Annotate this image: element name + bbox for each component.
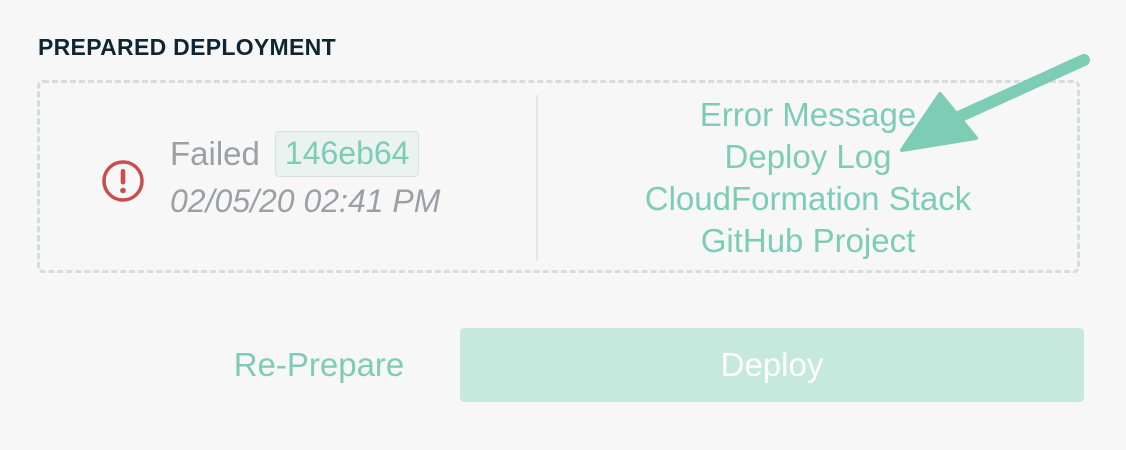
deployment-card: Failed 146eb64 02/05/20 02:41 PM Error M… (37, 80, 1080, 273)
error-message-link[interactable]: Error Message (700, 94, 916, 136)
deployment-timestamp: 02/05/20 02:41 PM (170, 183, 441, 219)
commit-hash-badge[interactable]: 146eb64 (274, 131, 420, 177)
deployment-links: Error Message Deploy Log CloudFormation … (539, 94, 1077, 262)
github-project-link[interactable]: GitHub Project (701, 220, 916, 262)
cloudformation-stack-link[interactable]: CloudFormation Stack (645, 178, 971, 220)
deploy-log-link[interactable]: Deploy Log (725, 136, 892, 178)
re-prepare-button[interactable]: Re-Prepare (220, 328, 418, 402)
error-exclamation-icon (102, 160, 144, 202)
status-text: Failed (170, 135, 260, 172)
card-divider (536, 95, 538, 261)
status-row: Failed 146eb64 (170, 131, 420, 177)
deploy-button[interactable]: Deploy (460, 328, 1084, 402)
section-title: PREPARED DEPLOYMENT (38, 34, 336, 60)
